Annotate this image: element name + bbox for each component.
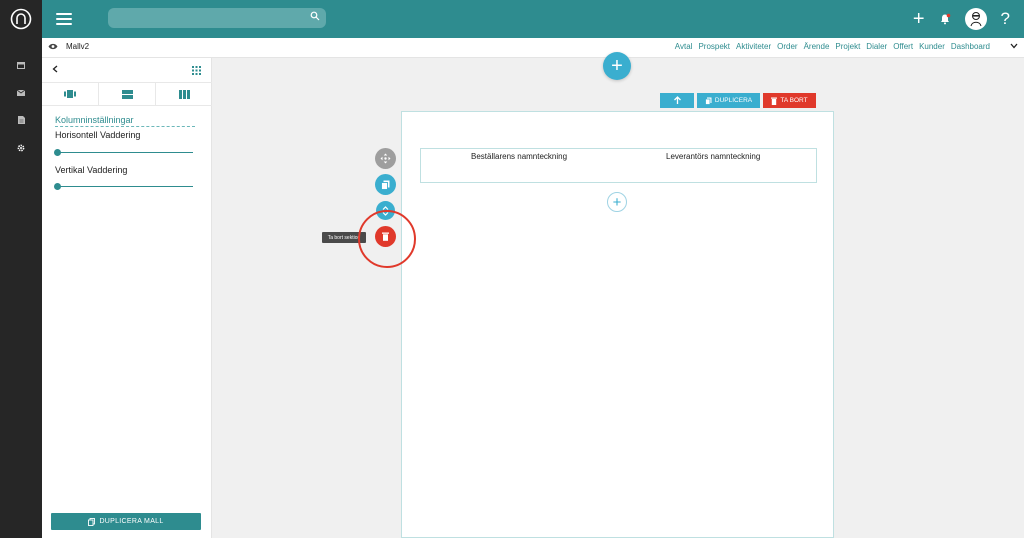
horizontal-padding-label: Horisontell Vaddering bbox=[55, 130, 141, 140]
signature-right-label: Leverantörs namnteckning bbox=[666, 152, 761, 161]
nav-kunder[interactable]: Kunder bbox=[919, 42, 945, 51]
carousel-icon bbox=[64, 90, 76, 98]
delete-section-button[interactable] bbox=[375, 226, 396, 247]
plus-icon[interactable]: + bbox=[913, 9, 925, 29]
column-settings-heading: Kolumninställningar bbox=[55, 115, 195, 127]
move-up-button[interactable] bbox=[660, 93, 694, 108]
trash-icon bbox=[771, 97, 778, 105]
move-section-button[interactable] bbox=[375, 148, 396, 169]
rail-mail[interactable] bbox=[0, 83, 42, 103]
document-page: Beställarens namnteckning Leverantörs na… bbox=[401, 111, 834, 538]
eye-icon[interactable] bbox=[48, 43, 58, 50]
nav-dashboard[interactable]: Dashboard bbox=[951, 42, 990, 51]
nav-aktiviteter[interactable]: Aktiviteter bbox=[736, 42, 771, 51]
mail-icon bbox=[17, 90, 25, 96]
rows-icon bbox=[121, 89, 133, 99]
copy-icon bbox=[704, 97, 712, 105]
duplicate-template-label: DUPLICERA MALL bbox=[99, 518, 164, 525]
arrow-up-icon bbox=[673, 96, 681, 104]
user-avatar-icon bbox=[970, 12, 982, 27]
nav-prospekt[interactable]: Prospekt bbox=[698, 42, 730, 51]
copy-icon bbox=[88, 517, 96, 526]
avatar[interactable] bbox=[964, 8, 987, 30]
signature-section[interactable]: Beställarens namnteckning Leverantörs na… bbox=[420, 148, 817, 183]
chevron-down-icon[interactable] bbox=[1010, 43, 1018, 49]
duplicate-label: DUPLICERA bbox=[714, 97, 753, 104]
settings-panel: Kolumninställningar Horisontell Vadderin… bbox=[42, 58, 212, 538]
help-icon[interactable]: ? bbox=[1001, 9, 1010, 29]
trash-icon bbox=[382, 232, 389, 241]
vertical-padding-label: Vertikal Vaddering bbox=[55, 165, 128, 175]
duplicate-template-button[interactable]: DUPLICERA MALL bbox=[51, 513, 201, 530]
duplicate-button[interactable]: DUPLICERA bbox=[697, 93, 760, 108]
delete-button[interactable]: TA BORT bbox=[763, 93, 816, 108]
module-nav: Avtal Prospekt Aktiviteter Order Ärende … bbox=[675, 42, 990, 51]
sub-header: Mallv2 Avtal Prospekt Aktiviteter Order … bbox=[42, 38, 1024, 58]
move-icon bbox=[380, 153, 391, 164]
slider-handle[interactable] bbox=[54, 183, 61, 190]
nav-dialer[interactable]: Dialer bbox=[866, 42, 887, 51]
columns-icon bbox=[178, 89, 190, 99]
top-bar: + ? bbox=[42, 0, 1024, 38]
calendar-icon bbox=[17, 62, 25, 69]
top-actions: + ? bbox=[913, 0, 1010, 38]
vertical-padding-slider[interactable] bbox=[54, 183, 193, 190]
chevron-left-icon[interactable] bbox=[52, 65, 58, 73]
nav-order[interactable]: Order bbox=[777, 42, 797, 51]
nav-offert[interactable]: Offert bbox=[893, 42, 913, 51]
grid-icon[interactable] bbox=[192, 66, 201, 75]
rail-settings[interactable] bbox=[0, 138, 42, 158]
tab-columns[interactable] bbox=[156, 83, 212, 105]
tab-rows[interactable] bbox=[99, 83, 156, 105]
nav-arende[interactable]: Ärende bbox=[804, 42, 830, 51]
panel-tabs bbox=[42, 82, 212, 106]
tab-carousel[interactable] bbox=[42, 83, 99, 105]
copy-section-button[interactable] bbox=[375, 174, 396, 195]
nav-avtal[interactable]: Avtal bbox=[675, 42, 693, 51]
delete-label: TA BORT bbox=[780, 97, 808, 104]
bell-icon[interactable] bbox=[939, 13, 951, 25]
rail-documents[interactable] bbox=[0, 110, 42, 130]
nav-projekt[interactable]: Projekt bbox=[835, 42, 860, 51]
rail-calendar[interactable] bbox=[0, 55, 42, 75]
app-logo[interactable] bbox=[0, 0, 42, 38]
left-rail bbox=[0, 0, 42, 538]
hamburger-menu-button[interactable] bbox=[56, 10, 72, 28]
gear-icon bbox=[17, 144, 25, 152]
horizontal-padding-slider[interactable] bbox=[54, 149, 193, 156]
document-icon bbox=[17, 116, 25, 124]
add-section-button[interactable]: + bbox=[603, 52, 631, 80]
template-name: Mallv2 bbox=[66, 42, 90, 51]
search-icon bbox=[310, 11, 320, 21]
signature-left-label: Beställarens namnteckning bbox=[471, 152, 568, 161]
logo-icon bbox=[10, 8, 32, 30]
search-input[interactable] bbox=[108, 8, 326, 28]
slider-handle[interactable] bbox=[54, 149, 61, 156]
add-row-button[interactable]: + bbox=[607, 192, 627, 212]
copy-icon bbox=[381, 180, 390, 190]
